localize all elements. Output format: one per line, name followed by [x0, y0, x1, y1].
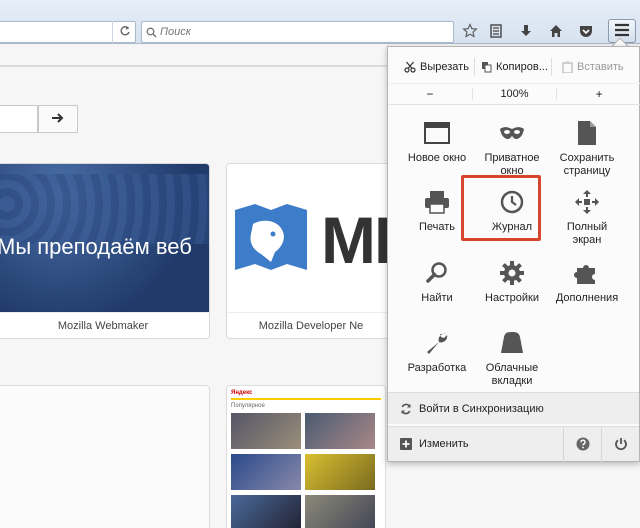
- paste-label: Вставить: [577, 61, 624, 73]
- home-button[interactable]: [544, 20, 568, 44]
- reload-icon: [119, 25, 131, 40]
- zoom-out-button[interactable]: −: [388, 87, 472, 101]
- private-window-item[interactable]: Приватное окно: [474, 117, 550, 178]
- settings-item[interactable]: Настройки: [474, 257, 550, 305]
- power-icon: [614, 437, 628, 451]
- search-icon: [142, 27, 160, 38]
- yandex-brand: Яндекс: [231, 390, 381, 400]
- news-thumbnail: [305, 413, 375, 449]
- newtab-search-go-button[interactable]: [38, 105, 78, 133]
- tile-webmaker[interactable]: Мы преподаём веб Mozilla Webmaker: [0, 163, 210, 339]
- addons-puzzle-icon: [571, 257, 603, 289]
- pocket-icon: [578, 23, 594, 42]
- reload-button[interactable]: [112, 21, 136, 43]
- news-thumbnail: [231, 454, 301, 490]
- cloud-tabs-icon: [496, 327, 528, 359]
- fullscreen-item[interactable]: Полный экран: [549, 186, 625, 247]
- copy-button[interactable]: Копиров...: [475, 55, 551, 79]
- download-button[interactable]: [514, 20, 538, 44]
- tile-image-text: Мы преподаём веб: [0, 234, 192, 259]
- find-label: Найти: [421, 292, 453, 304]
- sync-label: Войти в Синхронизацию: [419, 402, 544, 415]
- clipboard-icon: [562, 61, 573, 73]
- save-page-label: Сохранить страницу: [559, 152, 615, 177]
- tile-thumbnail: MD: [227, 164, 395, 312]
- sync-icon: [400, 403, 412, 415]
- find-item[interactable]: Найти: [399, 257, 475, 305]
- addons-item[interactable]: Дополнения: [549, 257, 625, 305]
- printer-icon: [421, 186, 453, 218]
- zoom-in-button[interactable]: +: [557, 87, 640, 101]
- search-bar[interactable]: [141, 21, 454, 43]
- tile-caption: Mozilla Webmaker: [0, 312, 209, 338]
- cut-button[interactable]: Вырезать: [388, 55, 474, 79]
- yandex-section-label: Популярное: [231, 403, 265, 409]
- hamburger-menu-icon: [614, 23, 630, 40]
- cut-label: Вырезать: [420, 61, 469, 73]
- quit-button[interactable]: [601, 426, 639, 462]
- find-magnifier-icon: [421, 257, 453, 289]
- private-mask-icon: [496, 117, 528, 149]
- plus-square-icon: [400, 438, 412, 450]
- print-label: Печать: [418, 221, 456, 233]
- mdn-wordmark: MD: [321, 203, 395, 277]
- download-icon: [518, 23, 534, 42]
- help-button[interactable]: [563, 426, 601, 462]
- main-menu-panel: Вырезать Копиров... Вставить − 100% + Но…: [387, 46, 640, 462]
- news-thumbnail: [231, 413, 301, 449]
- fullscreen-icon: [571, 186, 603, 218]
- copy-icon: [481, 61, 493, 73]
- zoom-reset-button[interactable]: 100%: [471, 88, 558, 100]
- navigation-toolbar: [0, 0, 640, 44]
- bookmark-star-button[interactable]: [458, 20, 482, 44]
- reading-list-icon: [488, 23, 504, 42]
- reading-list-button[interactable]: [484, 20, 508, 44]
- tile-thumbnail: Мы преподаём веб: [0, 164, 209, 312]
- history-highlight-box: [461, 175, 541, 241]
- cloud-tabs-label: Облачные вкладки: [485, 362, 539, 387]
- paste-button[interactable]: Вставить: [552, 55, 640, 79]
- news-thumbnail: [305, 495, 375, 528]
- customize-button[interactable]: Изменить: [388, 427, 563, 462]
- zoom-controls: − 100% +: [388, 83, 640, 105]
- tile-yandex[interactable]: Яндекс Популярное: [226, 385, 386, 528]
- search-input[interactable]: [160, 26, 360, 38]
- developer-label: Разработка: [407, 362, 467, 374]
- addons-label: Дополнения: [555, 292, 619, 304]
- cloud-tabs-item[interactable]: Облачные вкладки: [474, 327, 550, 388]
- new-window-item[interactable]: Новое окно: [399, 117, 475, 165]
- bookmark-star-icon: [462, 22, 478, 42]
- customize-label: Изменить: [419, 438, 469, 450]
- settings-label: Настройки: [485, 292, 539, 304]
- copy-label: Копиров...: [496, 61, 548, 73]
- newtab-search-input[interactable]: [0, 105, 38, 133]
- new-window-label: Новое окно: [407, 152, 467, 164]
- menu-footer: Изменить: [388, 426, 639, 462]
- developer-item[interactable]: Разработка: [399, 327, 475, 375]
- tile-caption: Mozilla Developer Ne: [227, 312, 395, 338]
- edit-controls: Вырезать Копиров... Вставить: [388, 55, 640, 79]
- mdn-logo-icon: [235, 204, 307, 270]
- save-page-item[interactable]: Сохранить страницу: [549, 117, 625, 178]
- news-thumbnail: [231, 495, 301, 528]
- settings-gear-icon: [496, 257, 528, 289]
- help-icon: [576, 437, 590, 451]
- arrow-right-icon: [51, 112, 65, 127]
- news-thumbnail: [305, 454, 375, 490]
- fullscreen-label: Полный экран: [566, 221, 608, 246]
- save-page-icon: [571, 117, 603, 149]
- tile-mdn[interactable]: MD Mozilla Developer Ne: [226, 163, 396, 339]
- new-window-icon: [421, 117, 453, 149]
- sync-signin-button[interactable]: Войти в Синхронизацию: [388, 392, 639, 424]
- pocket-button[interactable]: [574, 20, 598, 44]
- tile-empty[interactable]: [0, 385, 210, 528]
- scissors-icon: [404, 61, 416, 73]
- home-icon: [548, 23, 564, 42]
- developer-wrench-icon: [421, 327, 453, 359]
